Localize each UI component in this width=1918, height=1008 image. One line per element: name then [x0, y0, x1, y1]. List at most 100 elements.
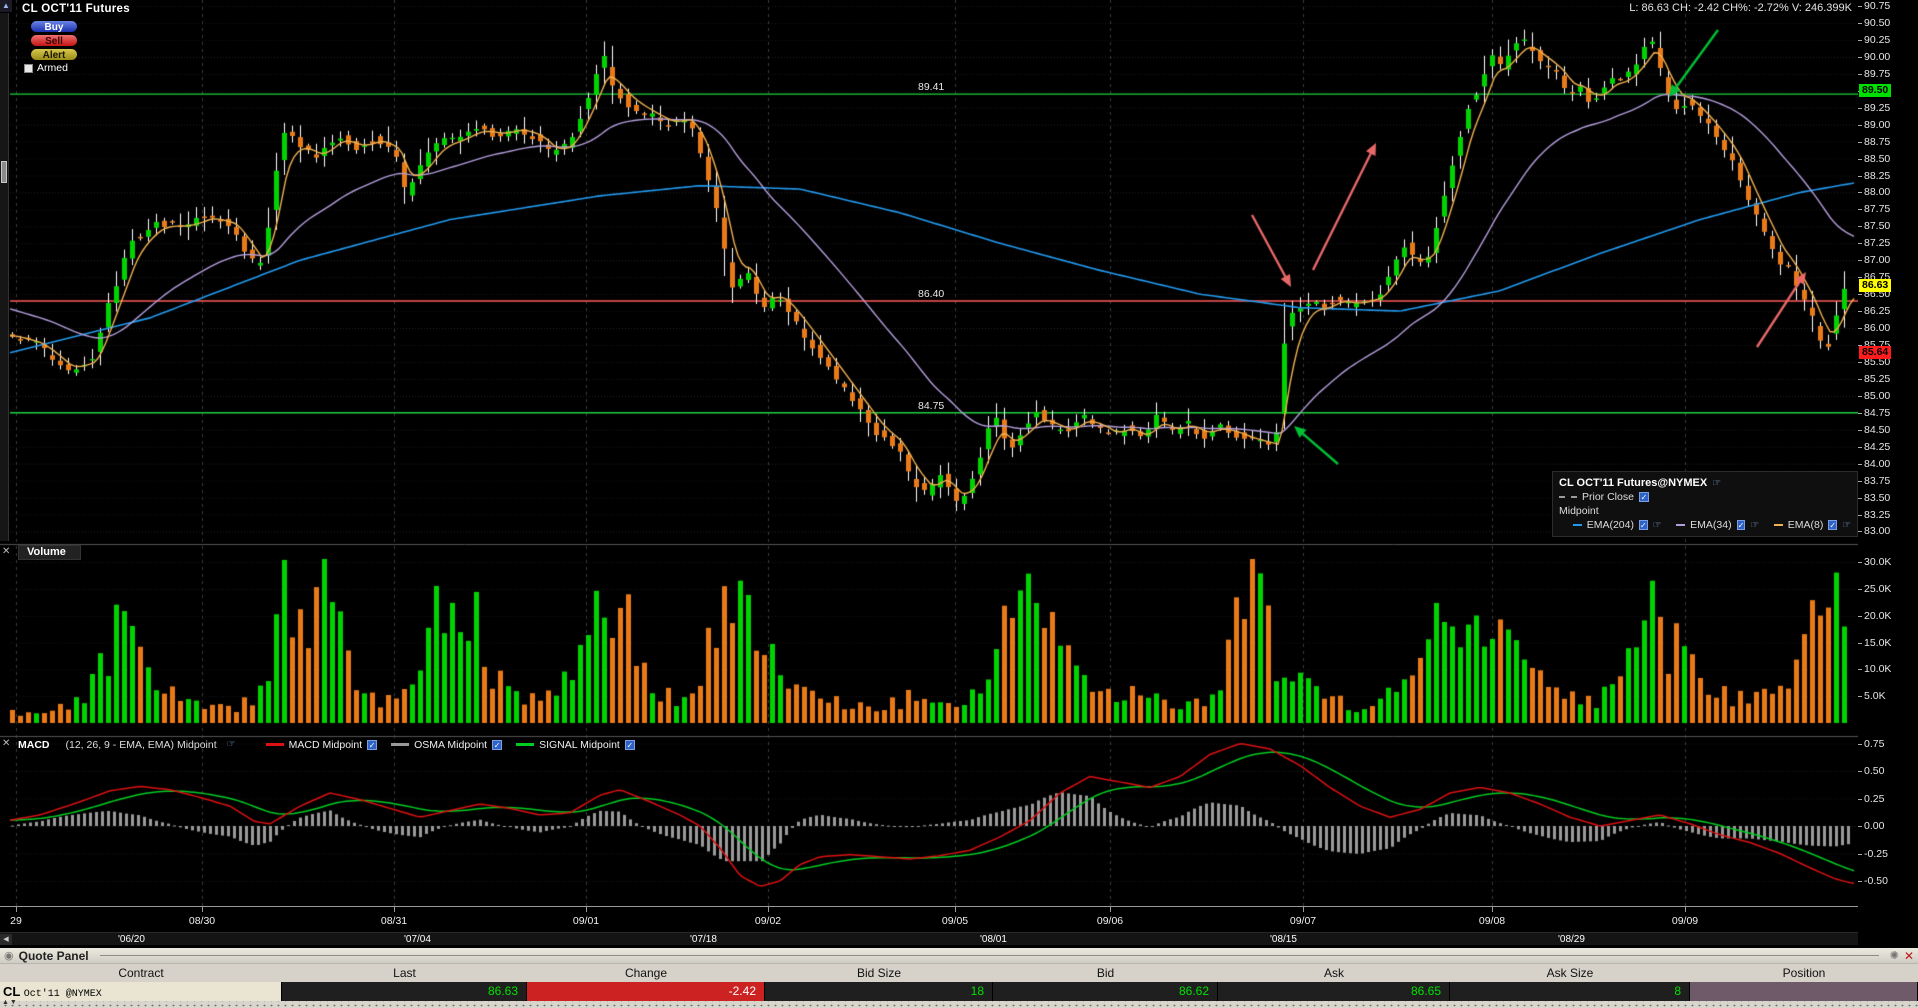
axis-tick-mark — [1858, 446, 1862, 448]
axis-tick-mark — [1858, 696, 1862, 698]
price-axis[interactable]: 90.75 90.50 90.25 90.00 89.75 89.50 89.25 89.00… — [1858, 0, 1918, 946]
quote-column-header[interactable]: Position — [1690, 964, 1918, 982]
axis-tick-label: 87.50 — [1864, 220, 1891, 233]
axis-tick-mark — [1858, 589, 1862, 590]
date-tick-mark — [586, 907, 587, 912]
axis-tick-mark — [1858, 395, 1862, 397]
chart-legend: CL OCT'11 Futures@NYMEX ☞ Prior Close ✓ … — [1552, 471, 1858, 537]
axis-tick-mark — [1858, 562, 1862, 564]
quote-column-header[interactable]: Ask — [1218, 964, 1450, 982]
ask-size-cell: 8 — [1450, 982, 1690, 1001]
buy-button[interactable]: Buy — [30, 20, 78, 33]
axis-tick-mark — [1858, 141, 1862, 143]
date-tick-label: 09/05 — [941, 915, 969, 927]
axis-tick-mark — [1858, 192, 1862, 194]
date-tick-mark — [1685, 907, 1686, 912]
axis-tick-mark — [1858, 175, 1862, 177]
volume-pane-header: ✕ Volume — [0, 545, 1858, 561]
left-scrollbar[interactable] — [0, 13, 9, 541]
quote-column-header[interactable]: Last — [282, 964, 527, 982]
panel-toggle-icon[interactable]: ◉ — [4, 949, 14, 962]
axis-tick-mark — [1858, 798, 1862, 800]
axis-tick-mark — [1858, 429, 1862, 431]
axis-tick-mark — [1858, 642, 1862, 644]
prior-close-label: Prior Close — [1582, 491, 1634, 503]
axis-tick-mark — [1858, 124, 1862, 126]
armed-checkbox-row[interactable]: Armed — [24, 62, 68, 74]
axis-tick-mark — [1858, 669, 1862, 671]
macd-pane-label[interactable]: MACD — [18, 739, 50, 751]
series-checkbox[interactable]: ✓ — [624, 739, 635, 750]
collapse-arrows-icon[interactable]: ▲▼ — [2, 999, 18, 1006]
close-volume-icon[interactable]: ✕ — [2, 546, 10, 557]
axis-tick-label: 89.00 — [1864, 118, 1891, 131]
axis-tick-mark — [1858, 480, 1862, 482]
quote-column-header[interactable]: Bid Size — [765, 964, 993, 982]
panel-resize-strip[interactable]: ▲▼ — [0, 999, 1918, 1008]
pointer-icon[interactable]: ☞ — [1712, 478, 1721, 489]
horizontal-scrollbar[interactable]: ◀ ▶ ▶| '06/20'07/04'07/18'08/01'08/15'08… — [0, 932, 1918, 946]
sell-button[interactable]: Sell — [30, 34, 78, 47]
chart-canvas[interactable] — [0, 0, 1858, 906]
date-tick-label: 09/02 — [754, 915, 782, 927]
close-quote-panel-icon[interactable]: ✕ — [1904, 949, 1914, 963]
pointer-icon[interactable]: ☞ — [1842, 520, 1851, 531]
quote-column-header[interactable]: Contract — [0, 964, 282, 982]
close-macd-icon[interactable]: ✕ — [2, 738, 10, 749]
contract-detail: Oct'11 @NYMEX — [23, 989, 102, 1000]
quote-panel-titlebar: ◉ Quote Panel ✺ ✕ — [0, 948, 1918, 964]
axis-tick-label: 87.00 — [1864, 254, 1891, 267]
axis-tick-mark — [1858, 39, 1862, 41]
alert-button[interactable]: Alert — [30, 48, 78, 61]
prior-close-checkbox[interactable]: ✓ — [1638, 492, 1649, 502]
chart-symbol-title: CL OCT'11 Futures — [22, 3, 130, 15]
scroll-up-icon[interactable]: ▲ — [0, 0, 12, 12]
legend-title: CL OCT'11 Futures@NYMEX — [1559, 477, 1708, 489]
axis-tick-label: 90.00 — [1864, 50, 1891, 63]
axis-tick-mark — [1858, 826, 1862, 827]
pointer-icon[interactable]: ☞ — [1750, 520, 1759, 531]
ask-cell: 86.65 — [1218, 982, 1450, 1001]
ema-swatch — [1774, 524, 1783, 526]
ema-checkbox[interactable]: ✓ — [1638, 520, 1648, 530]
axis-tick-mark — [1858, 6, 1862, 7]
scrollbar-thumb[interactable] — [1, 161, 7, 183]
hline-label-low: 84.75 — [918, 399, 945, 412]
quote-stats-line: L: 86.63 CH: -2.42 CH%: -2.72% V: 246.39… — [1629, 2, 1852, 14]
date-tick-label: 08/31 — [380, 915, 408, 927]
axis-tick-label: 85.25 — [1864, 372, 1891, 385]
axis-tick-mark — [1858, 463, 1862, 465]
ema-checkbox[interactable]: ✓ — [1828, 520, 1838, 530]
axis-tick-label: 86.25 — [1864, 305, 1891, 318]
week-label: '08/29 — [1558, 934, 1585, 945]
ema-checkbox[interactable]: ✓ — [1736, 520, 1746, 530]
quote-column-header[interactable]: Bid — [993, 964, 1218, 982]
volume-pane-label[interactable]: Volume — [18, 545, 81, 560]
quote-column-header[interactable]: Ask Size — [1450, 964, 1690, 982]
panel-menu-icon[interactable]: ✺ — [1890, 949, 1899, 962]
axis-tick-mark — [1858, 361, 1862, 363]
series-checkbox[interactable]: ✓ — [367, 739, 378, 750]
date-tick-mark — [1303, 907, 1304, 912]
axis-tick-mark — [1858, 294, 1862, 296]
quote-column-header[interactable]: Change — [527, 964, 765, 982]
pointer-icon[interactable]: ☞ — [1653, 520, 1662, 531]
axis-tick-mark — [1858, 107, 1862, 109]
axis-tick-mark — [1858, 743, 1862, 745]
date-tick-mark — [1492, 907, 1493, 912]
series-label: MACD Midpoint — [288, 738, 363, 751]
date-tick-mark — [768, 907, 769, 912]
armed-checkbox[interactable] — [24, 63, 33, 73]
scroll-left-icon[interactable]: ◀ — [0, 934, 12, 945]
axis-tick-mark — [1858, 771, 1862, 772]
week-label: '08/01 — [980, 934, 1007, 945]
axis-tick-label: 84.00 — [1864, 457, 1891, 470]
quote-data-row[interactable]: CL Oct'11 @NYMEX 86.63 -2.42 18 86.62 86.65 8 — [0, 982, 1918, 1001]
date-tick-mark — [394, 907, 395, 912]
series-checkbox[interactable]: ✓ — [492, 739, 503, 750]
last-cell: 86.63 — [282, 982, 527, 1001]
axis-tick-label: 90.75 — [1864, 0, 1891, 12]
axis-tick-label: 83.75 — [1864, 474, 1891, 487]
ema-label: EMA(204) — [1586, 519, 1634, 531]
pointer-icon[interactable]: ☞ — [227, 739, 236, 750]
